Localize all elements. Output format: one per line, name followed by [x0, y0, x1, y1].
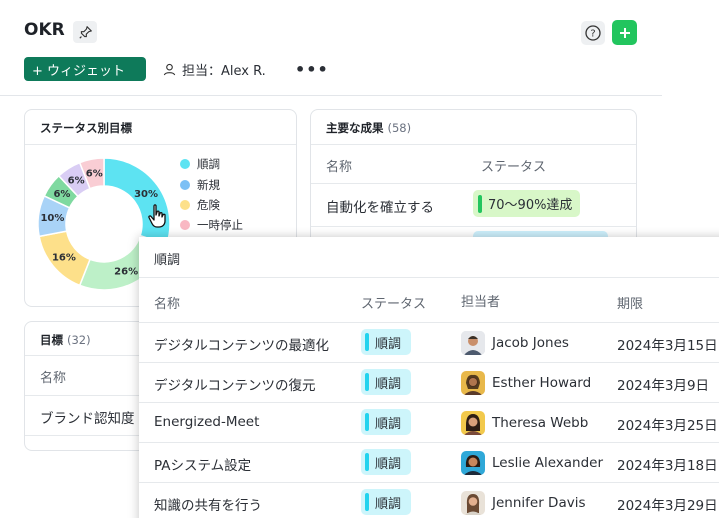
- slice-label: 30%: [134, 189, 158, 200]
- legend-item-at-risk: 危険: [180, 197, 220, 213]
- header-divider: [0, 95, 662, 96]
- plus-icon: [619, 27, 630, 38]
- objective-name[interactable]: デジタルコンテンツの最適化: [154, 334, 329, 354]
- objective-name[interactable]: Energized-Meet: [154, 414, 259, 430]
- legend-label: 新規: [197, 178, 220, 192]
- status-badge: 70〜90%達成: [473, 190, 581, 217]
- objective-name[interactable]: デジタルコンテンツの復元: [154, 374, 315, 394]
- card-divider: [311, 144, 636, 145]
- slice-label: 10%: [40, 213, 64, 224]
- help-button[interactable]: ?: [581, 21, 605, 45]
- legend-label: 順調: [197, 157, 220, 171]
- key-result-name[interactable]: 自動化を確立する: [326, 196, 434, 216]
- add-widget-button[interactable]: + ウィジェット: [24, 57, 146, 81]
- status-badge: 順調: [361, 489, 411, 515]
- objective-name[interactable]: PAシステム設定: [154, 454, 251, 474]
- avatar: [461, 411, 485, 435]
- owner-label: 担当：Alex R.: [182, 63, 266, 79]
- column-header-name: 名称: [154, 297, 181, 312]
- table-row[interactable]: PAシステム設定 順調 Leslie Alexander 2024年3月18日: [139, 442, 719, 482]
- pin-icon: [78, 25, 92, 39]
- panel-divider: [139, 277, 719, 278]
- column-header-name: 名称: [40, 371, 67, 386]
- due-date: 2024年3月9日: [617, 378, 710, 394]
- owner-name: Esther Howard: [492, 375, 592, 391]
- table-row[interactable]: Energized-Meet 順調 Theresa Webb 2024年3月25…: [139, 402, 719, 442]
- avatar: [461, 331, 485, 355]
- table-row[interactable]: 知識の共有を行う 順調 Jennifer Davis 2024年3月29日: [139, 482, 719, 518]
- owner-filter[interactable]: 担当：Alex R.: [163, 57, 266, 81]
- due-date: 2024年3月15日: [617, 338, 718, 354]
- column-header-status: ステータス: [361, 297, 427, 312]
- key-results-title: 主要な成果 (58): [326, 121, 412, 135]
- user-icon: [163, 63, 176, 75]
- panel-title: 順調: [154, 253, 181, 268]
- column-header-due: 期限: [617, 297, 644, 312]
- legend-label: 危険: [197, 198, 220, 212]
- status-badge: 順調: [361, 369, 411, 395]
- card-divider: [311, 226, 636, 227]
- slice-label: 6%: [86, 168, 103, 179]
- slice-label: 16%: [52, 253, 76, 264]
- column-header-status: ステータス: [481, 160, 547, 175]
- slice-label: 6%: [53, 189, 70, 200]
- legend-label: 一時停止: [197, 218, 243, 232]
- donut-slice[interactable]: [103, 157, 171, 246]
- due-date: 2024年3月25日: [617, 418, 718, 434]
- objective-name[interactable]: 知識の共有を行う: [154, 494, 262, 514]
- svg-text:?: ?: [590, 29, 595, 40]
- legend-item-new: 新規: [180, 177, 220, 193]
- card-divider: [311, 183, 636, 184]
- more-menu-button[interactable]: •••: [295, 57, 329, 81]
- hand-cursor-icon: [148, 204, 166, 228]
- column-header-owner: 担当者: [461, 295, 501, 310]
- avatar: [461, 371, 485, 395]
- objectives-title: 目標 (32): [40, 333, 91, 347]
- status-badge: 順調: [361, 409, 411, 435]
- due-date: 2024年3月29日: [617, 498, 718, 514]
- column-header-name: 名称: [326, 160, 353, 175]
- owner-name: Jacob Jones: [492, 335, 569, 351]
- owner-name: Leslie Alexander: [492, 455, 604, 471]
- status-badge: 順調: [361, 449, 411, 475]
- legend-item-on-track: 順調: [180, 156, 220, 172]
- slice-label: 6%: [68, 176, 85, 187]
- page-title: OKR: [24, 20, 65, 40]
- owner-name: Theresa Webb: [492, 415, 589, 431]
- objective-name[interactable]: ブランド認知度: [40, 407, 135, 427]
- avatar: [461, 491, 485, 515]
- slice-label: 26%: [114, 267, 138, 278]
- help-icon: ?: [585, 25, 601, 41]
- legend-item-paused: 一時停止: [180, 217, 243, 233]
- status-badge-label: 70〜90%達成: [488, 198, 573, 213]
- on-track-popover: 順調 名称 ステータス 担当者 期限 デジタルコンテンツの最適化 順調 Jaco…: [139, 237, 719, 518]
- table-row[interactable]: デジタルコンテンツの復元 順調 Esther Howard 2024年3月9日: [139, 362, 719, 402]
- pin-button[interactable]: [73, 21, 97, 43]
- avatar: [461, 451, 485, 475]
- status-badge: 順調: [361, 329, 411, 355]
- due-date: 2024年3月18日: [617, 458, 718, 474]
- table-row[interactable]: デジタルコンテンツの最適化 順調 Jacob Jones 2024年3月15日: [139, 322, 719, 362]
- add-button[interactable]: [612, 20, 637, 45]
- owner-name: Jennifer Davis: [492, 495, 586, 511]
